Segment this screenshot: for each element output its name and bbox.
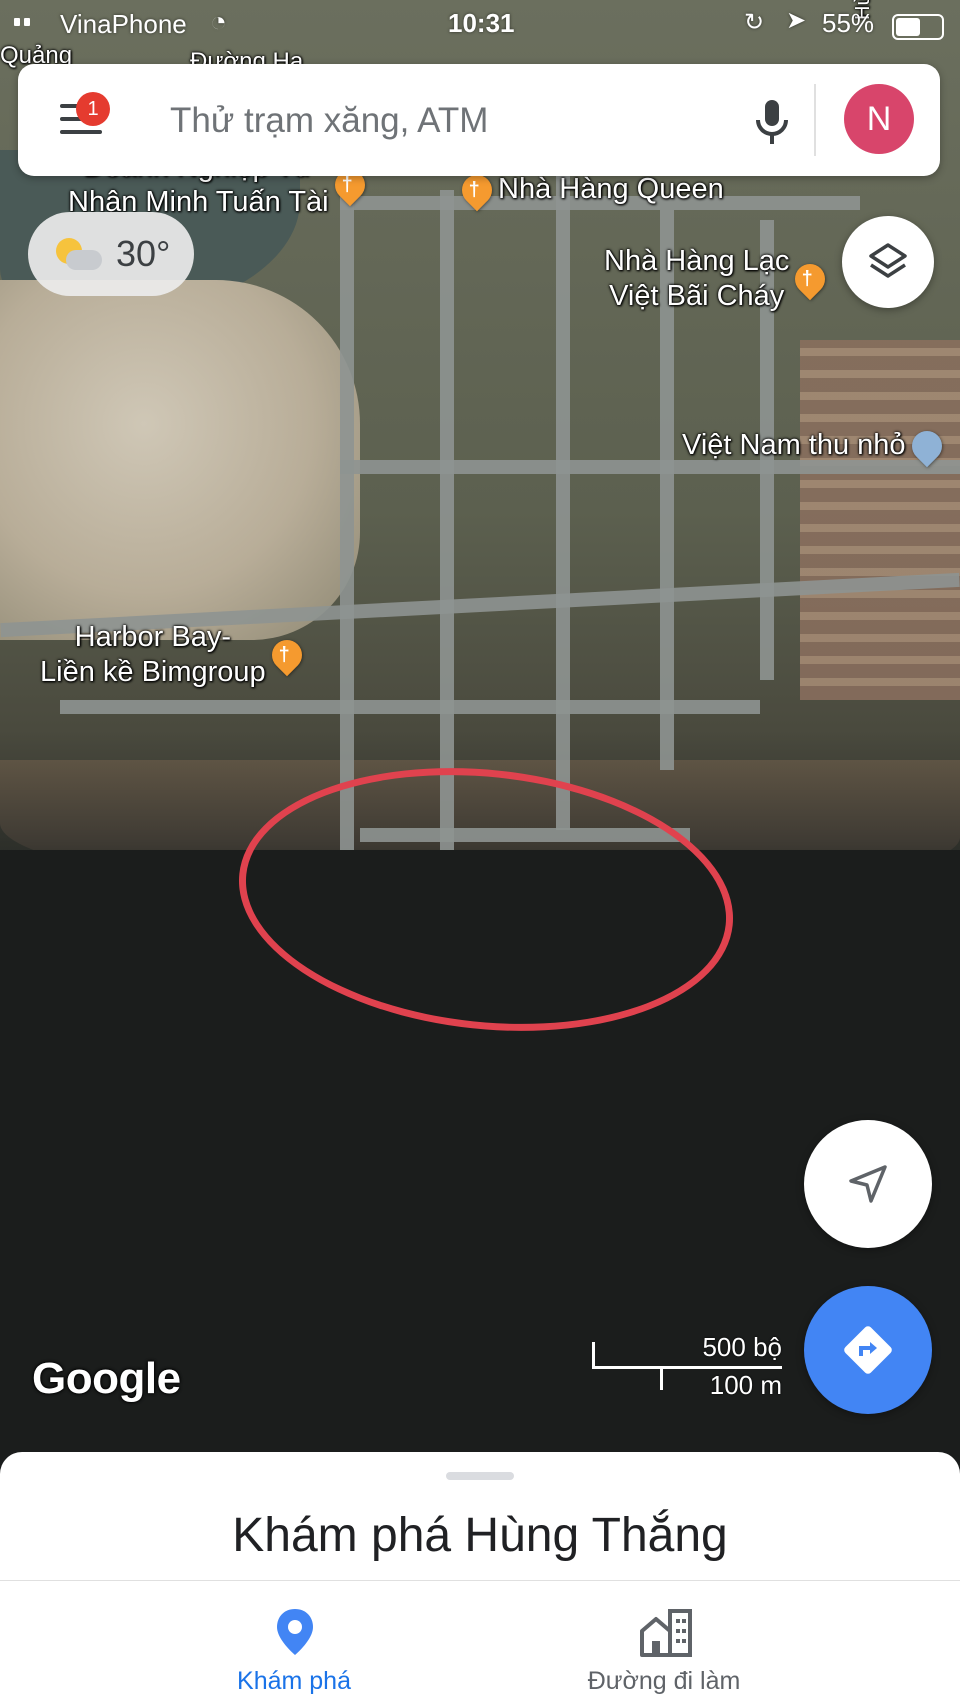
wifi-icon: ◔ [210, 6, 227, 37]
partly-cloudy-icon [50, 234, 102, 274]
road [556, 170, 570, 830]
account-avatar[interactable]: N [844, 84, 914, 154]
construction-area [0, 280, 360, 640]
layers-icon [869, 243, 907, 278]
rotation-lock-icon: ↻ [744, 9, 765, 36]
road [440, 190, 454, 850]
poi-nha-hang-queen[interactable]: Nhà Hàng Queen [455, 168, 724, 211]
place-pin-icon [905, 424, 948, 467]
battery-percent: 55% [822, 8, 875, 38]
poi-label: Nhà Hàng Lạc Việt Bãi Cháy [604, 245, 790, 312]
road [340, 170, 354, 850]
carrier-name: VinaPhone [60, 9, 187, 39]
explore-sheet[interactable]: Khám phá Hùng Thắng [0, 1452, 960, 1582]
scale-imperial: 500 bộ [702, 1332, 782, 1362]
road [60, 700, 760, 714]
poi-nha-hang-lac-viet[interactable]: Nhà Hàng Lạc Việt Bãi Cháy [604, 244, 832, 314]
layers-button[interactable] [842, 216, 934, 308]
poi-viet-nam-thu-nho[interactable]: Việt Nam thu nhỏ [682, 424, 948, 467]
poi-label: Nhà Hàng Queen [498, 173, 724, 205]
explore-pin-icon [277, 1609, 313, 1655]
bottom-tab-bar: Khám phá Đường đi làm [0, 1580, 960, 1707]
poi-label: Harbor Bay- Liền kề Bimgroup [40, 621, 266, 688]
poi-harbor-bay[interactable]: Harbor Bay- Liền kề Bimgroup [40, 620, 308, 690]
navigation-arrow-icon [849, 1165, 887, 1203]
scale-metric: 100 m [709, 1370, 782, 1400]
notification-badge: 1 [76, 92, 110, 126]
search-input[interactable] [168, 94, 692, 148]
microphone-icon[interactable] [742, 90, 802, 150]
location-services-icon: ➤ [786, 7, 807, 34]
signal-icon [14, 18, 30, 26]
status-bar: VinaPhone ◔ 10:31 ↻ ➤ 55% [0, 0, 960, 48]
map-scale: 500 bộ 100 m [592, 1332, 782, 1400]
tab-label: Đường đi làm [587, 1667, 741, 1695]
search-bar[interactable]: 1 N [18, 64, 940, 176]
directions-button[interactable] [804, 1286, 932, 1414]
drag-handle[interactable] [446, 1472, 514, 1480]
restaurant-icon [265, 633, 308, 677]
tab-explore[interactable]: Khám phá [144, 1581, 444, 1707]
tab-commute[interactable]: Đường đi làm [514, 1581, 814, 1707]
google-logo: Google [32, 1354, 181, 1403]
weather-chip[interactable]: 30° [28, 212, 194, 296]
commute-buildings-icon [640, 1609, 692, 1657]
temperature: 30° [116, 233, 171, 274]
my-location-button[interactable] [804, 1120, 932, 1248]
poi-label: Việt Nam thu nhỏ [682, 429, 906, 461]
clock: 10:31 [448, 8, 515, 38]
tab-label: Khám phá [237, 1667, 351, 1695]
sheet-title: Khám phá Hùng Thắng [232, 1509, 728, 1562]
battery-icon [892, 14, 944, 40]
residential-blocks [800, 340, 960, 700]
search-divider [814, 84, 816, 156]
directions-icon [844, 1326, 892, 1374]
restaurant-icon [789, 257, 832, 301]
